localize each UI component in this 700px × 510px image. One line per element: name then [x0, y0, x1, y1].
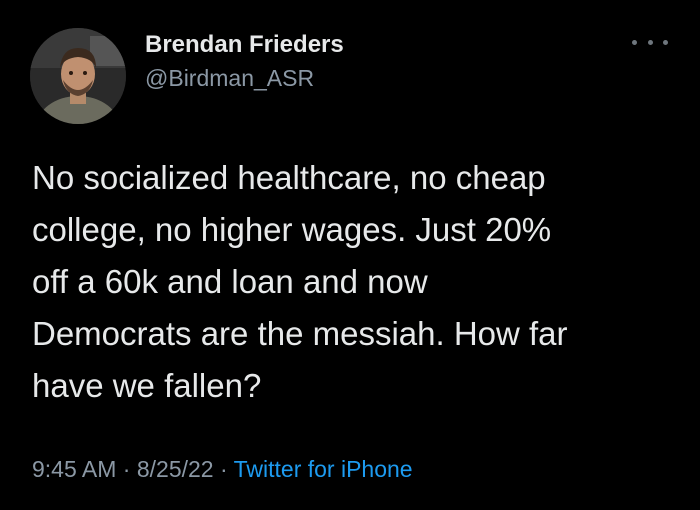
tweet-source-link[interactable]: Twitter for iPhone [234, 456, 413, 482]
more-dot [632, 39, 637, 45]
tweet-text-line: college, no higher wages. Just 20% [32, 211, 552, 248]
avatar[interactable] [30, 28, 126, 124]
tweet-time[interactable]: 9:45 AM [32, 456, 116, 482]
tweet-text-line: No socialized healthcare, no cheap [32, 159, 546, 196]
tweet-text-line: off a 60k and loan and now [32, 263, 428, 300]
author-name[interactable]: Brendan Frieders [145, 31, 344, 59]
tweet: Brendan Frieders @Birdman_ASR No sociali… [0, 0, 700, 510]
more-dot [647, 39, 653, 45]
tweet-date[interactable]: 8/25/22 [137, 456, 214, 482]
avatar-image [30, 28, 126, 124]
tweet-meta: 9:45 AM · 8/25/22 · Twitter for iPhone [32, 456, 413, 483]
tweet-text: No socialized healthcare, no cheap colle… [32, 152, 682, 412]
author-handle[interactable]: @Birdman_ASR [145, 65, 314, 92]
tweet-text-line: have we fallen? [32, 367, 262, 404]
more-dot [663, 39, 668, 45]
meta-separator: · [116, 456, 137, 482]
tweet-text-line: Democrats are the messiah. How far [32, 315, 568, 352]
meta-separator: · [213, 456, 234, 482]
more-horizontal-icon[interactable] [632, 34, 668, 50]
